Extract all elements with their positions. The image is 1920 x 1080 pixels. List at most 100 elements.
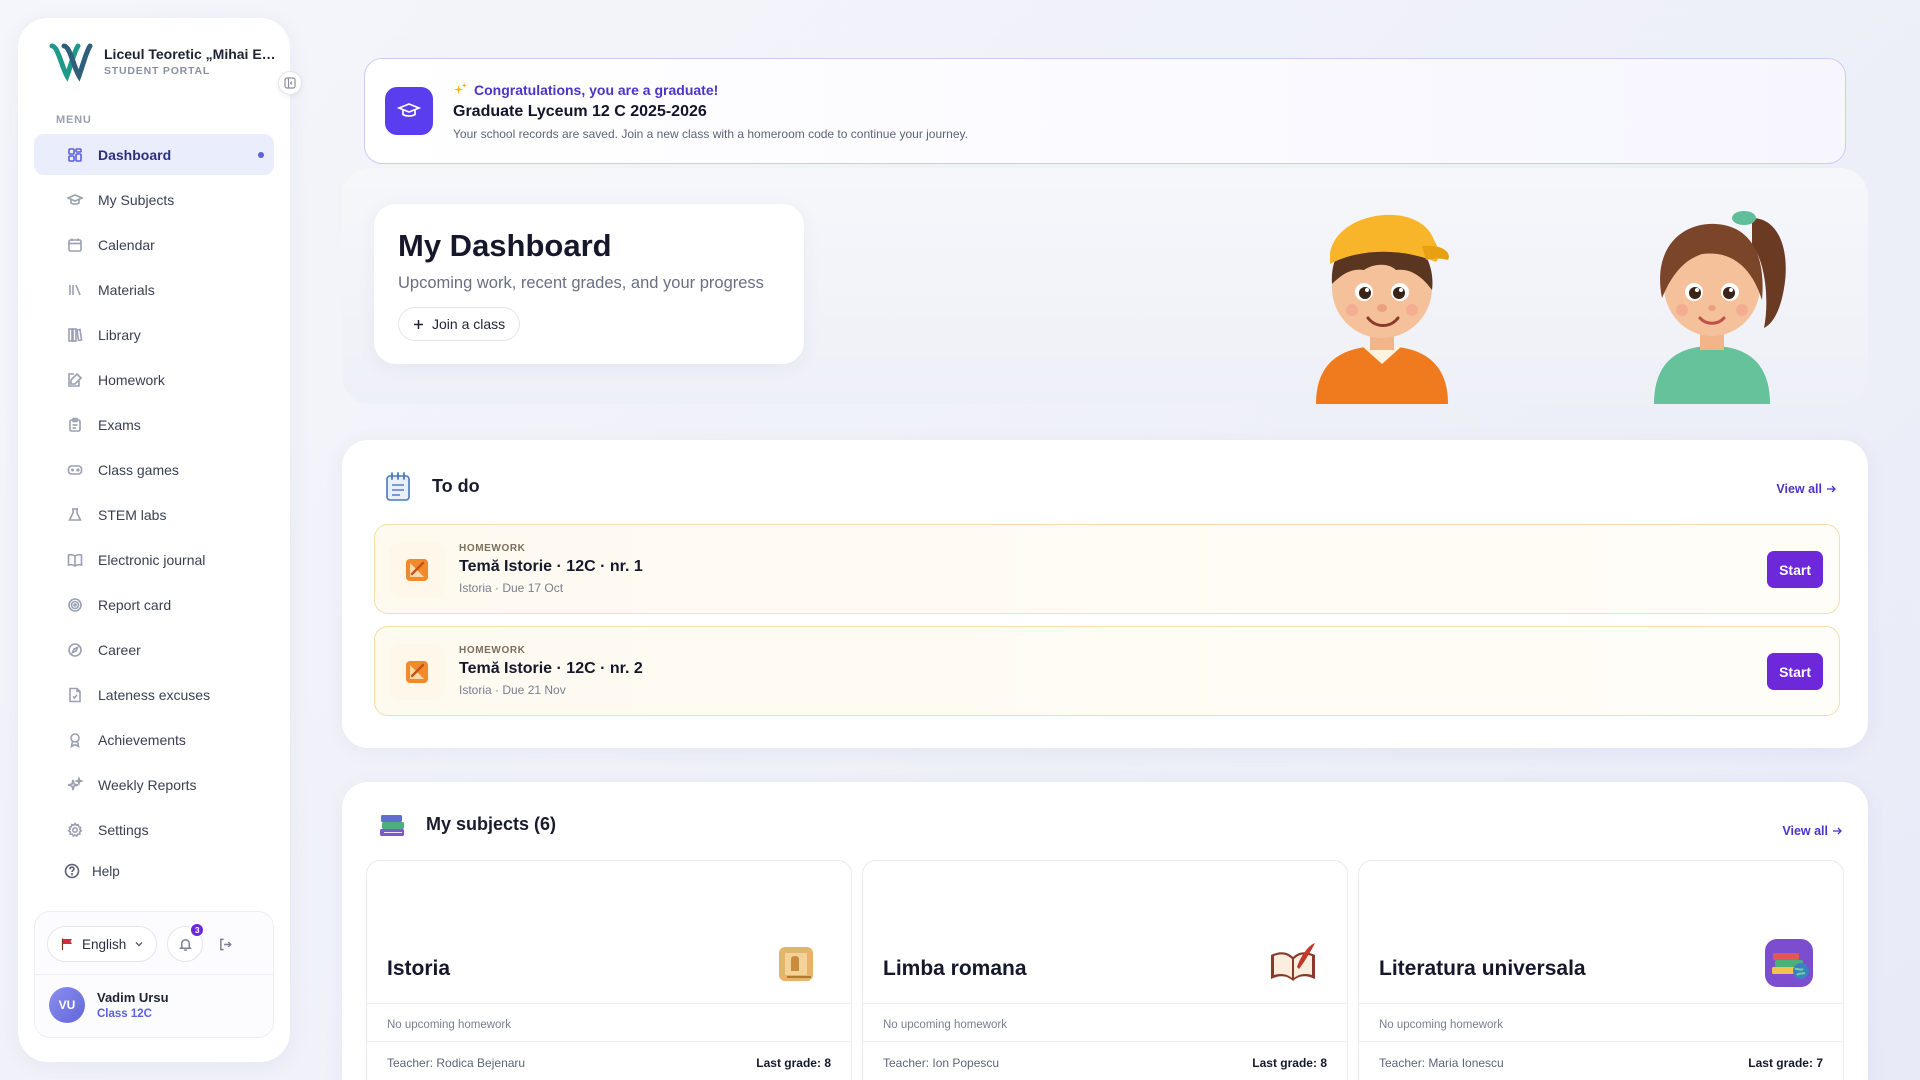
todo-item-meta: Istoria · Due 17 Oct bbox=[459, 581, 564, 595]
language-label: English bbox=[82, 936, 127, 952]
notifications-button[interactable]: 3 bbox=[167, 923, 205, 962]
sidebar-item-settings[interactable]: Settings bbox=[34, 809, 274, 850]
sidebar-item-achievements[interactable]: Achievements bbox=[34, 719, 274, 760]
start-button[interactable]: Start bbox=[1767, 653, 1823, 690]
todo-title: To do bbox=[432, 475, 480, 496]
user-name: Vadim Ursu bbox=[97, 990, 169, 1005]
edit-note-icon bbox=[66, 371, 84, 389]
sidebar-item-calendar[interactable]: Calendar bbox=[34, 224, 274, 265]
logout-button[interactable] bbox=[213, 932, 237, 956]
subject-card-literatura-universala[interactable]: Literatura universala No upcoming homewo… bbox=[1358, 860, 1844, 1080]
sidebar-item-label: Materials bbox=[98, 281, 155, 298]
todo-card: To do View all HOMEWORK Temă Istorie · 1… bbox=[342, 440, 1868, 748]
language-selector[interactable]: English bbox=[47, 926, 158, 962]
sidebar-item-stem-labs[interactable]: STEM labs bbox=[34, 494, 274, 535]
sidebar-item-label: Lateness excuses bbox=[98, 686, 211, 703]
sidebar-item-label: STEM labs bbox=[98, 506, 167, 523]
sidebar-item-label: Report card bbox=[98, 596, 172, 613]
sidebar-item-materials[interactable]: Materials bbox=[34, 269, 274, 310]
user-profile[interactable]: VU Vadim Ursu Class 12C bbox=[47, 987, 261, 1023]
sidebar-item-electronic-journal[interactable]: Electronic journal bbox=[34, 539, 274, 580]
collapse-sidebar-button[interactable] bbox=[278, 71, 302, 95]
sidebar-item-my-subjects[interactable]: My Subjects bbox=[34, 179, 274, 220]
subject-name: Istoria bbox=[387, 957, 451, 980]
sidebar-item-label: Library bbox=[98, 326, 141, 343]
sidebar-item-label: My Subjects bbox=[98, 191, 175, 208]
sidebar-item-report-card[interactable]: Report card bbox=[34, 584, 274, 625]
banner-title: Graduate Lyceum 12 C 2025-2026 bbox=[453, 102, 707, 120]
scroll-icon bbox=[779, 947, 813, 981]
active-indicator bbox=[258, 152, 264, 158]
avatar: VU bbox=[49, 987, 85, 1023]
todo-item-meta: Istoria · Due 21 Nov bbox=[459, 683, 566, 697]
sidebar-item-label: Settings bbox=[98, 821, 149, 838]
subject-card-istoria[interactable]: Istoria No upcoming homework Teacher: Ro… bbox=[366, 860, 852, 1080]
subject-homework-status: No upcoming homework bbox=[883, 1019, 1008, 1031]
subjects-title: My subjects (6) bbox=[426, 813, 557, 834]
calendar-icon bbox=[66, 236, 84, 254]
todo-item[interactable]: HOMEWORK Temă Istorie · 12C · nr. 1 Isto… bbox=[374, 524, 1840, 614]
sparkles-icon bbox=[66, 776, 84, 794]
help-label: Help bbox=[92, 863, 120, 879]
sidebar-nav: Dashboard My Subjects Calendar Materials… bbox=[34, 134, 274, 850]
sidebar-item-label: Electronic journal bbox=[98, 551, 206, 568]
plus-icon bbox=[414, 319, 423, 329]
subject-last-grade: Last grade: 8 bbox=[756, 1056, 831, 1070]
todo-item[interactable]: HOMEWORK Temă Istorie · 12C · nr. 2 Isto… bbox=[374, 626, 1840, 716]
start-button[interactable]: Start bbox=[1767, 551, 1823, 588]
subject-homework-status: No upcoming homework bbox=[387, 1019, 512, 1031]
subject-card-limba-romana[interactable]: Limba romana No upcoming homework Teache… bbox=[862, 860, 1348, 1080]
subject-last-grade: Last grade: 7 bbox=[1748, 1056, 1823, 1070]
homework-icon bbox=[406, 559, 428, 581]
sidebar-item-homework[interactable]: Homework bbox=[34, 359, 274, 400]
clipboard-icon bbox=[66, 416, 84, 434]
grid-icon bbox=[66, 146, 84, 164]
banner-kicker: Congratulations, you are a graduate! bbox=[474, 81, 719, 98]
subject-last-grade: Last grade: 8 bbox=[1252, 1056, 1327, 1070]
sidebar-item-class-games[interactable]: Class games bbox=[34, 449, 274, 490]
help-circle-icon bbox=[64, 863, 80, 879]
sidebar-item-label: Weekly Reports bbox=[98, 776, 197, 793]
page-subtitle: Upcoming work, recent grades, and your p… bbox=[398, 274, 764, 292]
sparkles-icon bbox=[453, 82, 467, 95]
sidebar-item-dashboard[interactable]: Dashboard bbox=[34, 134, 274, 175]
gamepad-icon bbox=[66, 461, 84, 479]
logout-icon bbox=[219, 938, 232, 950]
sidebar-item-label: Exams bbox=[98, 416, 141, 433]
bell-icon bbox=[178, 938, 192, 951]
graduation-cap-icon bbox=[385, 87, 433, 135]
subject-teacher: Teacher: Maria Ionescu bbox=[1379, 1056, 1504, 1070]
medal-icon bbox=[66, 731, 84, 749]
todo-item-title: Temă Istorie · 12C · nr. 2 bbox=[459, 660, 643, 677]
library-icon bbox=[66, 326, 84, 344]
join-class-label: Join a class bbox=[432, 316, 506, 332]
join-class-button[interactable]: Join a class bbox=[398, 307, 521, 341]
view-all-label: View all bbox=[1782, 824, 1828, 838]
notification-count-badge: 3 bbox=[190, 923, 205, 937]
flag-icon bbox=[61, 938, 72, 950]
sidebar-footer: English 3 VU Vadim Ursu Class 12C bbox=[34, 911, 274, 1038]
hero-card: My Dashboard Upcoming work, recent grade… bbox=[374, 204, 804, 364]
book-quill-icon bbox=[1271, 943, 1315, 981]
graduation-cap-icon bbox=[66, 191, 84, 209]
help-link[interactable]: Help bbox=[34, 854, 274, 888]
footer-divider bbox=[35, 974, 273, 975]
homework-thumbnail bbox=[389, 542, 445, 598]
view-all-label: View all bbox=[1776, 482, 1822, 496]
sidebar-item-label: Class games bbox=[98, 461, 179, 478]
document-icon bbox=[66, 686, 84, 704]
brand[interactable]: Liceul Teoretic „Mihai Eminescu" STUDENT… bbox=[34, 38, 274, 84]
books-stack-icon bbox=[380, 815, 404, 836]
sidebar-item-library[interactable]: Library bbox=[34, 314, 274, 355]
girl-illustration bbox=[1654, 211, 1786, 404]
sidebar-item-career[interactable]: Career bbox=[34, 629, 274, 670]
todo-view-all-link[interactable]: View all bbox=[1776, 482, 1836, 496]
sidebar-item-exams[interactable]: Exams bbox=[34, 404, 274, 445]
banner-description: Your school records are saved. Join a ne… bbox=[453, 126, 968, 141]
subjects-view-all-link[interactable]: View all bbox=[1782, 824, 1842, 838]
user-class: Class 12C bbox=[97, 1008, 152, 1020]
materials-icon bbox=[66, 281, 84, 299]
sidebar-item-weekly-reports[interactable]: Weekly Reports bbox=[34, 764, 274, 805]
flask-icon bbox=[66, 506, 84, 524]
sidebar-item-lateness-excuses[interactable]: Lateness excuses bbox=[34, 674, 274, 715]
